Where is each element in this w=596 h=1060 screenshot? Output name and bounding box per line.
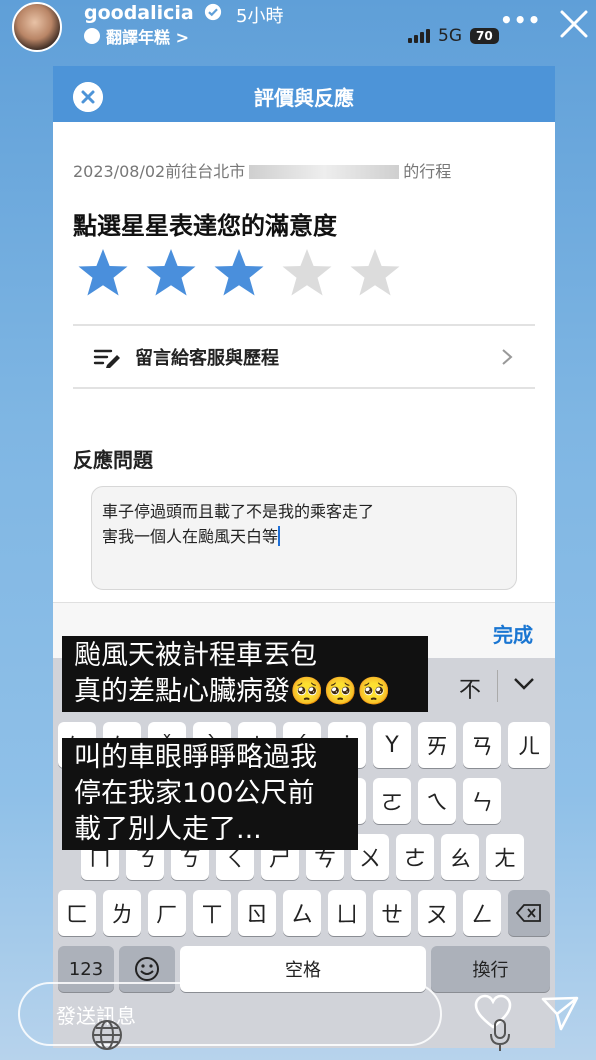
mic-icon[interactable]	[488, 1018, 512, 1054]
message-support-label: 留言給客服與歷程	[135, 348, 279, 369]
key[interactable]: ㄤ	[486, 834, 524, 880]
candidate-separator	[497, 670, 498, 702]
star-2-icon[interactable]	[143, 246, 199, 302]
key[interactable]: ㄜ	[396, 834, 434, 880]
key[interactable]: Y	[373, 722, 411, 768]
issue-title: 反應問題	[73, 448, 153, 472]
close-icon[interactable]	[556, 6, 592, 42]
text-caret	[278, 526, 281, 546]
rating-card: 2023/08/02前往台北市 的行程 點選星星表達您的滿意度 留言給客服與歷程 …	[53, 122, 555, 602]
candidate-item[interactable]: 不	[459, 672, 481, 704]
key[interactable]: ㄣ	[463, 778, 501, 824]
key[interactable]: ㄒ	[193, 890, 231, 936]
signal-icon	[408, 29, 430, 43]
network-label: 5G	[438, 26, 462, 46]
issue-textarea[interactable]: 車子停過頭而且載了不是我的乘客走了 害我一個人在颱風天白等	[91, 486, 517, 590]
key[interactable]: ㄌ	[103, 890, 141, 936]
star-rating[interactable]	[75, 246, 403, 302]
key[interactable]: ㄖ	[238, 890, 276, 936]
key[interactable]: ㄢ	[463, 722, 501, 768]
nav-bar: 評價與反應	[53, 66, 555, 122]
chevron-down-icon[interactable]	[513, 676, 535, 692]
page-title: 評價與反應	[254, 86, 354, 110]
trip-info: 2023/08/02前往台北市 的行程	[73, 158, 451, 182]
story-caption-1: 颱風天被計程車丟包 真的差點心臟病發🥺🥺🥺	[62, 636, 428, 712]
key[interactable]: ㄙ	[283, 890, 321, 936]
story-caption-2: 叫的車眼睜睜略過我 停在我家100公尺前 載了別人走了...	[62, 738, 358, 850]
star-4-icon[interactable]	[279, 246, 335, 302]
key[interactable]: ㄞ	[418, 722, 456, 768]
key[interactable]: ㄡ	[418, 890, 456, 936]
key[interactable]: ㄈ	[58, 890, 96, 936]
return-key[interactable]: 換行	[431, 946, 550, 992]
key[interactable]: ㄥ	[463, 890, 501, 936]
key[interactable]: ㄛ	[373, 778, 411, 824]
key[interactable]: ㄝ	[373, 890, 411, 936]
edit-list-icon	[93, 349, 120, 368]
emoji-icon	[135, 957, 159, 981]
issue-text-line-1: 車子停過頭而且載了不是我的乘客走了	[102, 502, 375, 521]
message-support-row[interactable]: 留言給客服與歷程	[73, 327, 535, 387]
star-5-icon[interactable]	[347, 246, 403, 302]
divider	[73, 324, 535, 326]
backspace-icon	[516, 904, 541, 922]
battery-icon: 70	[470, 28, 499, 44]
status-bar: 5G 70	[408, 26, 499, 46]
send-icon[interactable]	[540, 994, 580, 1032]
divider	[73, 387, 535, 389]
app-screenshot: 5G 70 評價與反應 2023/08/02前往台北市 的行程 點選星星表達您的滿…	[53, 18, 555, 1048]
key[interactable]: ㄏ	[148, 890, 186, 936]
key[interactable]: ㄦ	[508, 722, 550, 768]
globe-icon[interactable]	[90, 1018, 124, 1052]
rating-heading: 點選星星表達您的滿意度	[73, 212, 337, 240]
trip-info-end: 的行程	[403, 162, 452, 181]
backspace-key[interactable]	[508, 890, 550, 936]
issue-text-line-2: 害我一個人在颱風天白等	[102, 527, 279, 546]
key[interactable]: ㄠ	[441, 834, 479, 880]
star-1-icon[interactable]	[75, 246, 131, 302]
done-button[interactable]: 完成	[493, 619, 533, 648]
trip-info-start: 2023/08/02前往台北市	[73, 162, 246, 181]
key[interactable]: ㄩ	[328, 890, 366, 936]
chevron-right-icon	[502, 349, 513, 365]
key[interactable]: ㄟ	[418, 778, 456, 824]
star-3-icon[interactable]	[211, 246, 267, 302]
